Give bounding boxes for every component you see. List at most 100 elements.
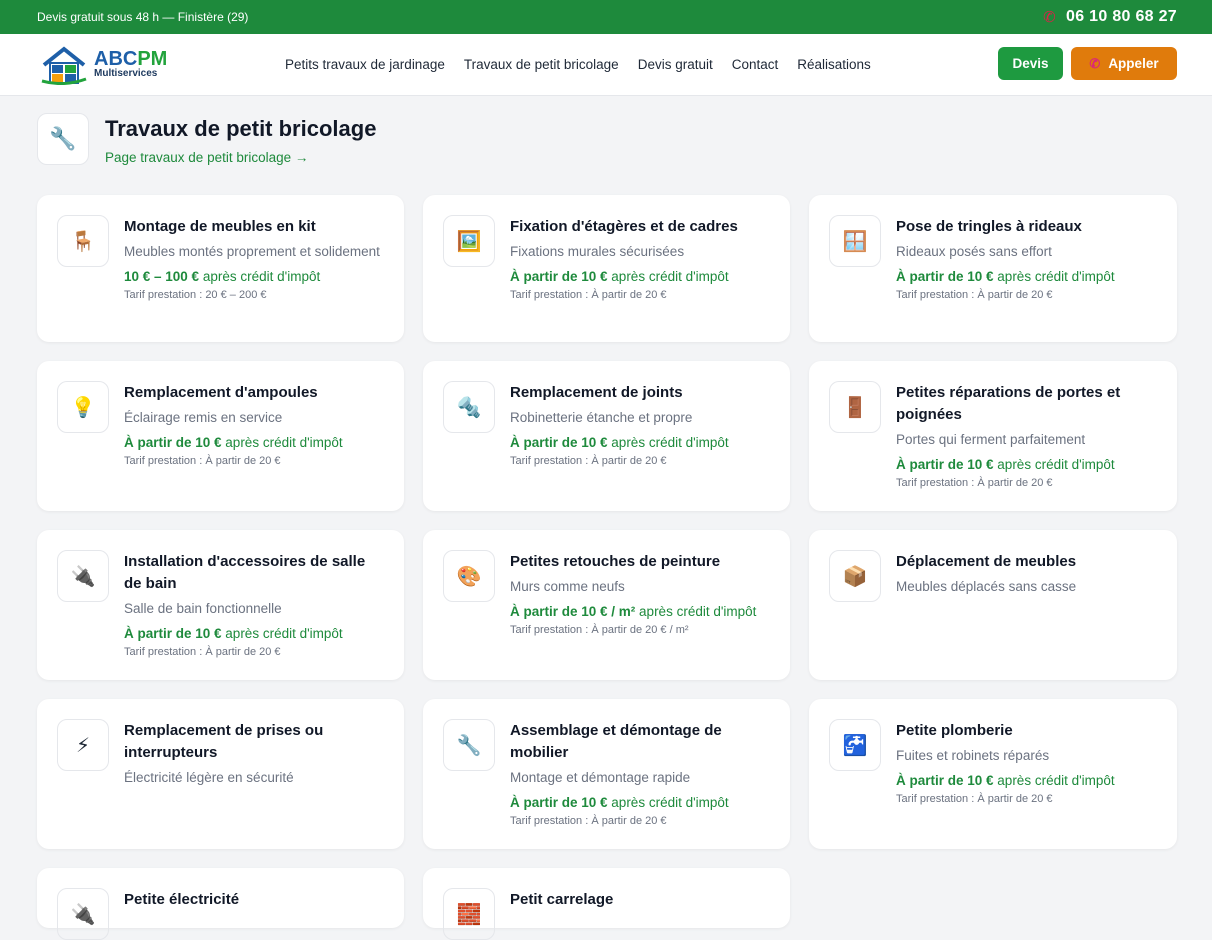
service-title: Petites retouches de peinture — [510, 553, 721, 570]
service-card[interactable]: 🔌 Petite électricité — [37, 868, 404, 940]
service-subtitle: Salle de bain fonctionnelle — [124, 601, 282, 616]
service-icon: 🔌 — [57, 888, 109, 940]
service-price: À partir de 10 € après crédit d'impôt — [510, 269, 729, 284]
service-card[interactable]: 🪑 Montage de meubles en kit Meubles montés… — [37, 195, 404, 342]
service-price: À partir de 10 € après crédit d'impôt — [896, 457, 1115, 472]
service-title: Remplacement de joints — [510, 384, 683, 401]
nav-bricolage[interactable]: Travaux de petit bricolage — [464, 57, 619, 72]
nav-devis-gratuit[interactable]: Devis gratuit — [638, 57, 713, 72]
service-title: Assemblage et démontage de mobilier — [510, 722, 722, 761]
call-button[interactable]: ✆ Appeler — [1071, 47, 1177, 80]
service-tarif: Tarif prestation : À partir de 20 € — [124, 455, 281, 467]
service-icon: 🔩 — [443, 381, 495, 433]
service-tarif: Tarif prestation : À partir de 20 € — [124, 646, 281, 658]
service-title: Pose de tringles à rideaux — [896, 218, 1082, 235]
service-subtitle: Fixations murales sécurisées — [510, 244, 685, 259]
service-card[interactable]: 🖼️ Fixation d'étagères et de cadres Fixati… — [423, 195, 790, 342]
service-tarif: Tarif prestation : À partir de 20 € — [510, 289, 667, 301]
service-title: Déplacement de meubles — [896, 553, 1077, 570]
service-subtitle: Murs comme neufs — [510, 579, 625, 594]
wrench-icon: 🔧 — [37, 113, 89, 165]
service-subtitle: Montage et démontage rapide — [510, 770, 691, 785]
service-title: Petites réparations de portes et poignée… — [896, 384, 1121, 423]
service-title: Petite électricité — [124, 891, 240, 908]
service-subtitle: Fuites et robinets réparés — [896, 748, 1050, 763]
service-title: Remplacement d'ampoules — [124, 384, 318, 401]
service-subtitle: Meubles montés proprement et solidement — [124, 244, 380, 259]
service-icon: 🔌 — [57, 550, 109, 602]
service-card[interactable]: 🔧 Assemblage et démontage de mobilier Mont… — [423, 699, 790, 849]
service-icon: 🪟 — [829, 215, 881, 267]
nav-actions: Devis ✆ Appeler — [998, 47, 1177, 80]
service-card[interactable]: 🚪 Petites réparations de portes et poigné… — [809, 361, 1177, 511]
service-icon: 🖼️ — [443, 215, 495, 267]
service-subtitle: Rideaux posés sans effort — [896, 244, 1052, 259]
service-icon: 🪑 — [57, 215, 109, 267]
service-card[interactable]: 💡 Remplacement d'ampoules Éclairage remis … — [37, 361, 404, 511]
service-card[interactable]: 🧱 Petit carrelage — [423, 868, 790, 940]
service-title: Petite plomberie — [896, 722, 1013, 739]
service-price: À partir de 10 € après crédit d'impôt — [124, 435, 343, 450]
service-price: À partir de 10 € / m² après crédit d'imp… — [510, 604, 757, 619]
service-subtitle: Éclairage remis en service — [124, 410, 283, 425]
service-icon: 🚪 — [829, 381, 881, 433]
logo-subtitle: Multiservices — [94, 68, 158, 79]
service-title: Remplacement de prises ou interrupteurs — [124, 722, 324, 761]
service-card[interactable]: 🚰 Petite plomberie Fuites et robinets répa… — [809, 699, 1177, 849]
service-tarif: Tarif prestation : À partir de 20 € — [896, 289, 1053, 301]
logo-pm: PM — [137, 48, 168, 70]
service-icon: 🎨 — [443, 550, 495, 602]
service-tarif: Tarif prestation : 20 € – 200 € — [124, 289, 267, 301]
service-price: À partir de 10 € après crédit d'impôt — [896, 773, 1115, 788]
topbar-phone[interactable]: ✆ 06 10 80 68 27 — [1043, 8, 1177, 26]
call-button-label: Appeler — [1108, 56, 1159, 71]
service-icon: 🔧 — [443, 719, 495, 771]
service-title: Petit carrelage — [510, 891, 614, 908]
service-grid: 🪑 Montage de meubles en kit Meubles montés… — [37, 195, 1177, 940]
top-bar: Devis gratuit sous 48 h — Finistère (29)… — [0, 0, 1212, 34]
service-price: 10 € – 100 € après crédit d'impôt — [124, 269, 321, 284]
service-subtitle: Portes qui ferment parfaitement — [896, 432, 1086, 447]
service-price: À partir de 10 € après crédit d'impôt — [510, 435, 729, 450]
navbar: ABCPM Multiservices Petits travaux de ja… — [0, 34, 1212, 96]
service-card[interactable]: 🎨 Petites retouches de peinture Murs comme… — [423, 530, 790, 680]
section-header: 🔧 Travaux de petit bricolage Page travau… — [0, 96, 1212, 165]
devis-button[interactable]: Devis — [998, 47, 1063, 80]
service-tarif: Tarif prestation : À partir de 20 € — [896, 477, 1053, 489]
logo-abc: ABC — [94, 48, 138, 70]
service-icon: 🧱 — [443, 888, 495, 940]
service-icon: 📦 — [829, 550, 881, 602]
nav-contact[interactable]: Contact — [732, 57, 779, 72]
service-icon: 💡 — [57, 381, 109, 433]
service-title: Montage de meubles en kit — [124, 218, 316, 235]
service-tarif: Tarif prestation : À partir de 20 € — [510, 815, 667, 827]
service-card[interactable]: ⚡ Remplacement de prises ou interrupteurs… — [37, 699, 404, 849]
phone-icon: ✆ — [1043, 9, 1057, 26]
service-subtitle: Meubles déplacés sans casse — [896, 579, 1077, 594]
service-price: À partir de 10 € après crédit d'impôt — [896, 269, 1115, 284]
service-tarif: Tarif prestation : À partir de 20 € — [896, 793, 1053, 805]
phone-icon: ✆ — [1089, 55, 1101, 71]
logo-house-icon — [41, 45, 87, 85]
topbar-text: Devis gratuit sous 48 h — Finistère (29) — [37, 10, 249, 24]
service-card[interactable]: 🔩 Remplacement de joints Robinetterie étan… — [423, 361, 790, 511]
service-subtitle: Électricité légère en sécurité — [124, 770, 294, 785]
nav-jardinage[interactable]: Petits travaux de jardinage — [285, 57, 445, 72]
service-title: Installation d'accessoires de salle de b… — [124, 553, 366, 592]
main-nav: Petits travaux de jardinage Travaux de p… — [285, 57, 871, 72]
phone-number[interactable]: 06 10 80 68 27 — [1066, 8, 1177, 26]
service-title: Fixation d'étagères et de cadres — [510, 218, 738, 235]
service-price: À partir de 10 € après crédit d'impôt — [124, 626, 343, 641]
service-icon: 🚰 — [829, 719, 881, 771]
service-price: À partir de 10 € après crédit d'impôt — [510, 795, 729, 810]
service-icon: ⚡ — [57, 719, 109, 771]
nav-realisations[interactable]: Réalisations — [797, 57, 871, 72]
service-card[interactable]: 📦 Déplacement de meubles Meubles déplacés … — [809, 530, 1177, 680]
logo[interactable]: ABCPM Multiservices — [40, 45, 285, 85]
service-card[interactable]: 🪟 Pose de tringles à rideaux Rideaux posés… — [809, 195, 1177, 342]
service-tarif: Tarif prestation : À partir de 20 € / m² — [510, 624, 689, 636]
service-card[interactable]: 🔌 Installation d'accessoires de salle de … — [37, 530, 404, 680]
section-link[interactable]: Page travaux de petit bricolage → — [105, 150, 376, 165]
section-title: Travaux de petit bricolage — [105, 116, 377, 141]
service-subtitle: Robinetterie étanche et propre — [510, 410, 693, 425]
